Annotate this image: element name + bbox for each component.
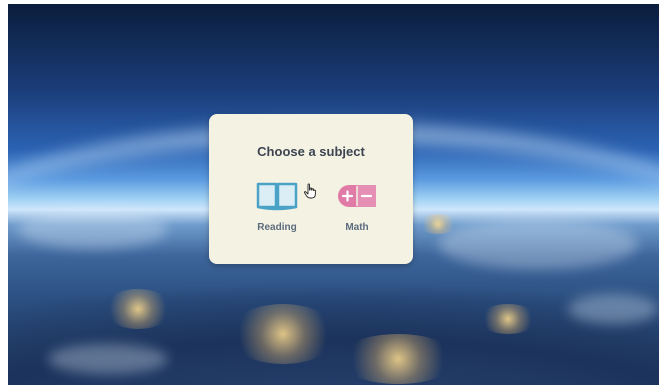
reading-subject-button[interactable]: Reading [252, 178, 302, 238]
cloud-layer [18, 209, 168, 249]
math-subject-button[interactable]: Math [332, 178, 382, 238]
math-label: Math [345, 222, 369, 233]
plus-minus-icon [338, 185, 376, 207]
cloud-layer [48, 344, 168, 374]
book-icon [256, 182, 298, 211]
city-lights [103, 289, 173, 329]
reading-label: Reading [257, 222, 297, 233]
cloud-layer [438, 219, 638, 269]
city-lights [478, 304, 538, 334]
city-lights [338, 334, 458, 384]
city-lights [228, 304, 338, 364]
cloud-layer [568, 294, 658, 324]
hand-pointer-icon [303, 183, 316, 199]
dialog-title: Choose a subject [257, 144, 365, 159]
city-lights [418, 214, 458, 234]
